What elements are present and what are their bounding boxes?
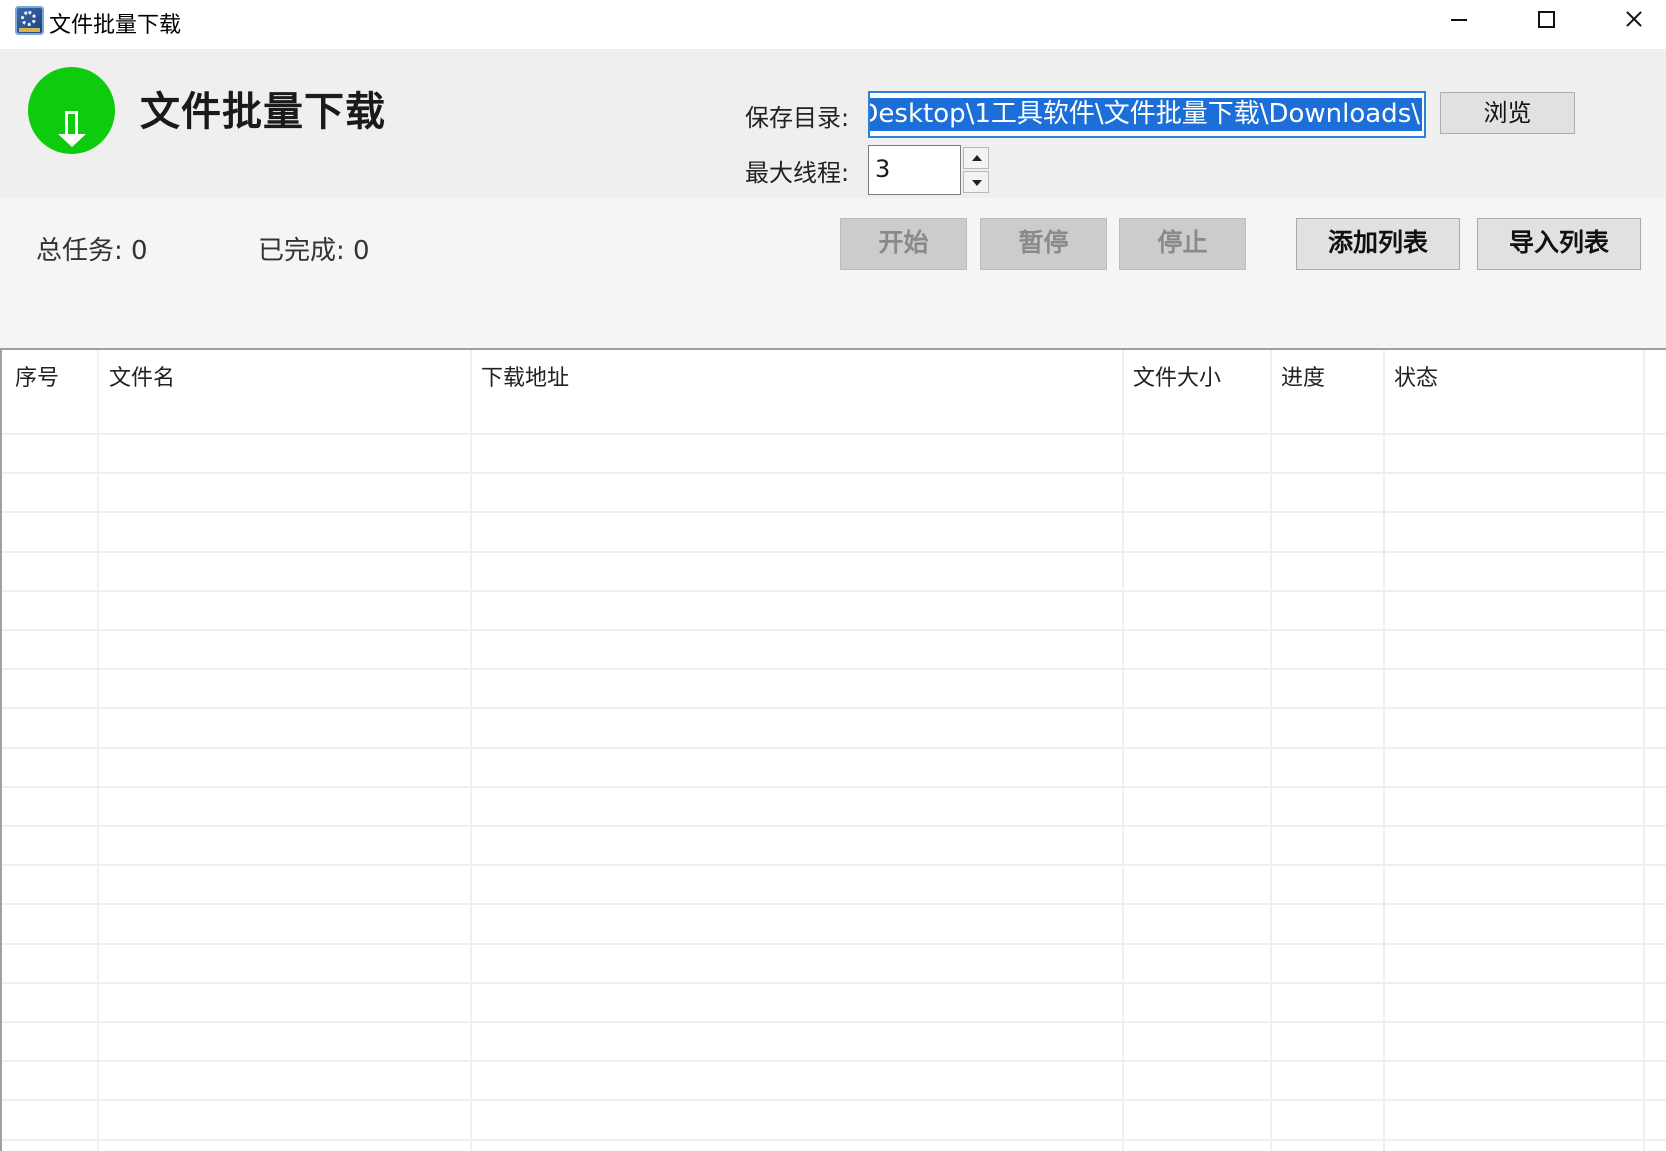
row-separator [2, 433, 1666, 435]
column-header-status[interactable]: 状态 [1394, 360, 1438, 392]
spin-down-button[interactable] [963, 171, 989, 193]
toolbar: 总任务: 0 已完成: 0 开始 暂停 停止 添加列表 导入列表 [0, 198, 1666, 348]
row-separator [2, 786, 1666, 788]
row-separator [2, 1021, 1666, 1023]
column-header-filename[interactable]: 文件名 [109, 360, 175, 392]
add-list-button[interactable]: 添加列表 [1296, 218, 1460, 270]
completed-tasks: 已完成: 0 [258, 236, 370, 266]
column-divider [1383, 350, 1385, 1151]
import-list-button[interactable]: 导入列表 [1477, 218, 1641, 270]
total-tasks: 总任务: 0 [36, 236, 148, 266]
column-divider [1643, 350, 1645, 1151]
column-header-size[interactable]: 文件大小 [1133, 360, 1221, 392]
row-separator [2, 903, 1666, 905]
max-threads-label: 最大线程: [745, 159, 850, 187]
row-separator [2, 982, 1666, 984]
column-header-index[interactable]: 序号 [15, 360, 59, 392]
spin-up-button[interactable] [963, 147, 989, 169]
column-divider [1122, 350, 1124, 1151]
row-separator [2, 1099, 1666, 1101]
header-panel: 文件批量下载 保存目录: 95\Desktop\1工具软件\文件批量下载\Dow… [0, 49, 1666, 198]
close-button[interactable] [1588, 0, 1666, 40]
window-title: 文件批量下载 [49, 13, 182, 38]
browse-button[interactable]: 浏览 [1440, 92, 1575, 134]
minimize-button[interactable] [1416, 0, 1502, 40]
row-separator [2, 511, 1666, 513]
column-divider [470, 350, 472, 1151]
column-divider [1270, 350, 1272, 1151]
pause-button[interactable]: 暂停 [980, 218, 1107, 270]
max-threads-input[interactable]: 3 [868, 145, 961, 195]
row-separator [2, 551, 1666, 553]
row-separator [2, 1139, 1666, 1141]
maximize-icon [1538, 11, 1555, 28]
maximize-button[interactable] [1502, 0, 1588, 40]
save-dir-label: 保存目录: [745, 104, 850, 132]
download-table[interactable]: 序号 文件名 下载地址 文件大小 进度 状态 [0, 348, 1666, 1151]
app-gear-icon [15, 6, 44, 35]
stop-button[interactable]: 停止 [1119, 218, 1246, 270]
row-separator [2, 747, 1666, 749]
row-separator [2, 707, 1666, 709]
start-button[interactable]: 开始 [840, 218, 967, 270]
app-title: 文件批量下载 [140, 89, 386, 135]
row-separator [2, 943, 1666, 945]
download-arrow-icon [28, 67, 115, 154]
row-separator [2, 629, 1666, 631]
arrow-up-icon [972, 155, 982, 161]
row-separator [2, 864, 1666, 866]
row-separator [2, 668, 1666, 670]
row-separator [2, 825, 1666, 827]
row-separator [2, 1060, 1666, 1062]
save-dir-input[interactable]: 95\Desktop\1工具软件\文件批量下载\Downloads\ [868, 91, 1426, 138]
row-separator [2, 472, 1666, 474]
column-divider [97, 350, 99, 1151]
column-header-progress[interactable]: 进度 [1281, 360, 1325, 392]
arrow-down-icon [972, 180, 982, 186]
row-separator [2, 590, 1666, 592]
title-bar: 文件批量下载 [0, 0, 1666, 49]
save-dir-value: 95\Desktop\1工具软件\文件批量下载\Downloads\ [870, 98, 1422, 131]
minimize-icon [1451, 19, 1467, 21]
column-header-url[interactable]: 下载地址 [481, 360, 569, 392]
